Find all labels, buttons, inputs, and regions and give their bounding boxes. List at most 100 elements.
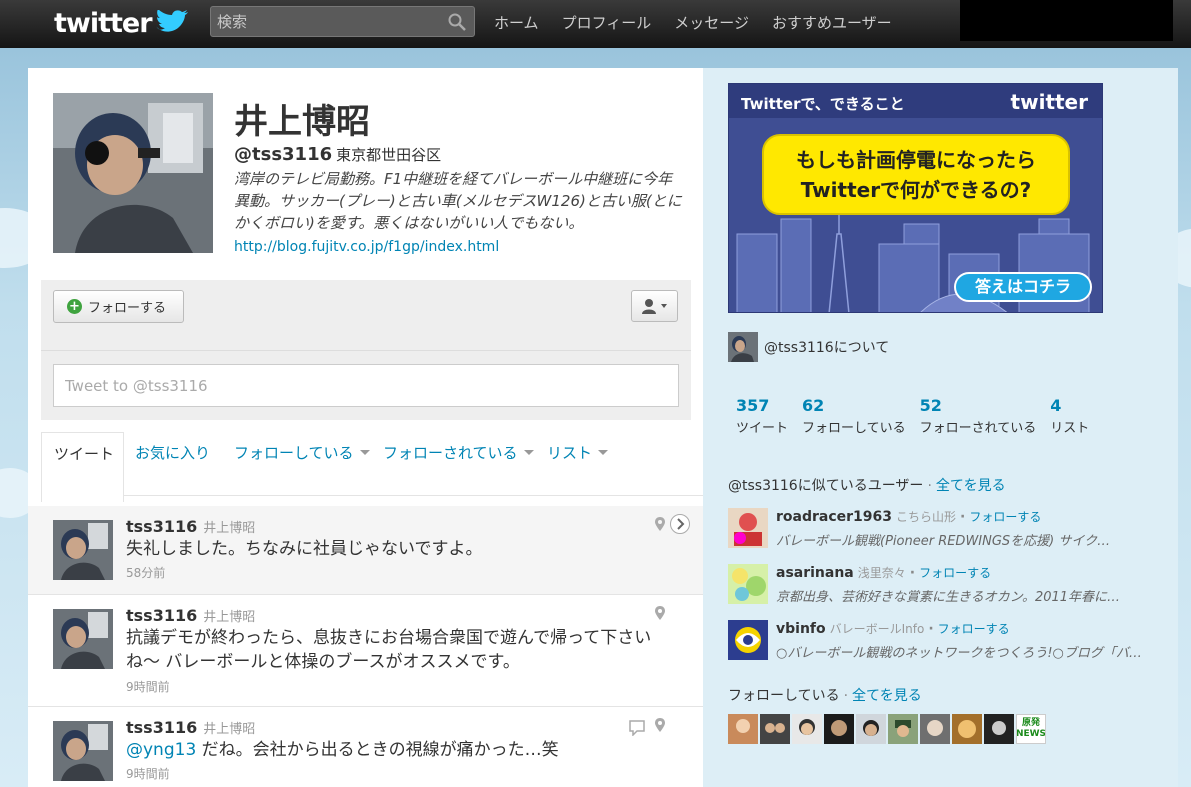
chevron-down-icon (523, 450, 534, 455)
tweet-input[interactable] (54, 365, 678, 406)
profile-bio: 湾岸のテレビ局勤務。F1中継班を経てバレーボール中継班に今年異動。サッカー(プレ… (234, 170, 682, 232)
following-title-text: フォローしている (728, 688, 840, 704)
ad-cta-button[interactable]: 答えはコチラ (954, 272, 1092, 302)
tweet-realname: 井上博昭 (203, 610, 256, 625)
suggested-realname: バレーボールInfo (829, 622, 925, 636)
similar-title-text: @tss3116に似ているユーザー (728, 478, 924, 494)
following-see-all-link[interactable]: 全てを見る (852, 688, 922, 704)
tab-followers[interactable]: フォローされている (383, 442, 534, 463)
reply-bubble-icon[interactable] (629, 720, 645, 736)
tweet-time[interactable]: 9時間前 (126, 678, 170, 695)
profile-handle: @tss3116 (234, 144, 333, 165)
about-user[interactable]: @tss3116について (728, 332, 889, 362)
suggested-avatar[interactable] (728, 620, 768, 660)
similar-see-all-link[interactable]: 全てを見る (936, 478, 1006, 494)
following-avatar[interactable] (984, 714, 1014, 744)
tweet-box[interactable] (53, 364, 679, 407)
tweet-item[interactable]: tss3116 井上博昭 抗議デモが終わったら、息抜きにお台場合衆国で遊んで帰って… (28, 595, 703, 707)
action-area: + フォローする (41, 280, 691, 420)
tweet-text: @yng13 だね。会社から出るときの視線が痛かった…笑 (126, 738, 666, 762)
tweet-time[interactable]: 58分前 (126, 564, 165, 581)
tweet-realname: 井上博昭 (203, 722, 256, 737)
location-pin-icon[interactable] (655, 606, 665, 620)
tweet-text: 失礼しました。ちなみに社員じゃないですよ。 (126, 539, 483, 559)
nav-home[interactable]: ホーム (494, 12, 539, 33)
tweet-avatar[interactable] (53, 721, 113, 781)
search-input[interactable] (211, 7, 474, 36)
twitter-logo[interactable]: twitter (54, 6, 188, 40)
tweet-item[interactable]: tss3116 井上博昭 失礼しました。ちなみに社員じゃないですよ。 58分前 (28, 506, 703, 595)
tweet-text: 抗議デモが終わったら、息抜きにお台場合衆国で遊んで帰って下さいね〜 バレーボール… (126, 628, 652, 672)
following-avatar[interactable] (920, 714, 950, 744)
suggested-follow-link[interactable]: フォローする (938, 622, 1010, 636)
tab-label: お気に入り (135, 444, 211, 462)
suggested-user[interactable]: asarinana 浅里奈々 · フォローする 京都出身、芸術好きな賞素に生きるオカン… (728, 564, 1168, 606)
tweet-username[interactable]: tss3116 井上博昭 (126, 517, 255, 536)
logo-text: twitter (54, 7, 153, 39)
suggested-user[interactable]: vbinfo バレーボールInfo · フォローする ○バレーボール観戦のネットワーク… (728, 620, 1168, 662)
main-column: 井上博昭 @tss3116 東京都世田谷区 湾岸のテレビ局勤務。F1中継班を経てバ… (28, 68, 703, 787)
following-avatar[interactable] (888, 714, 918, 744)
suggested-username[interactable]: vbinfo (776, 621, 826, 637)
following-avatar[interactable] (824, 714, 854, 744)
tweet-username[interactable]: tss3116 井上博昭 (126, 606, 255, 625)
tweet-item[interactable]: tss3116 井上博昭 @yng13 だね。会社から出るときの視線が痛かった…笑… (28, 707, 703, 787)
expand-arrow-icon[interactable] (669, 514, 691, 534)
following-title: フォローしている · 全てを見る (728, 688, 922, 704)
nav-profile[interactable]: プロフィール (562, 12, 652, 33)
tab-label: フォローされている (383, 444, 518, 462)
tweet-text-body: だね。会社から出るときの視線が痛かった…笑 (196, 740, 559, 760)
tweet-time[interactable]: 9時間前 (126, 765, 170, 782)
tweet-avatar[interactable] (53, 520, 113, 580)
stat-followers[interactable]: 52 フォローされている (920, 396, 1037, 436)
stat-following[interactable]: 62 フォローしている (802, 396, 906, 436)
suggested-username[interactable]: asarinana (776, 565, 854, 581)
suggested-follow-link[interactable]: フォローする (919, 566, 991, 580)
following-avatar[interactable] (952, 714, 982, 744)
suggested-name-line: roadracer1963 こちら山形 · フォローする (776, 509, 1042, 525)
search-box[interactable] (210, 6, 475, 37)
suggested-avatar[interactable] (728, 508, 768, 548)
tweet-mention[interactable]: @yng13 (126, 740, 196, 760)
tweet-realname: 井上博昭 (203, 521, 256, 536)
suggested-follow-link[interactable]: フォローする (969, 510, 1041, 524)
follow-button-label: フォローする (88, 301, 167, 316)
tab-label: フォローしている (234, 444, 354, 462)
divider (41, 350, 691, 351)
bird-icon (155, 10, 188, 32)
suggested-avatar[interactable] (728, 564, 768, 604)
suggested-username[interactable]: roadracer1963 (776, 509, 892, 525)
tweet-username[interactable]: tss3116 井上博昭 (126, 718, 255, 737)
tab-following[interactable]: フォローしている (234, 442, 370, 463)
stat-lists[interactable]: 4 リスト (1050, 396, 1089, 436)
following-avatar[interactable] (728, 714, 758, 744)
ad-banner[interactable]: Twitterで、できること twitter もしも計画停電になったら Twit… (728, 83, 1103, 313)
nav-suggested-users[interactable]: おすすめユーザー (772, 12, 892, 33)
location-pin-icon[interactable] (655, 517, 665, 531)
top-bar: twitter ホーム プロフィール メッセージ おすすめユーザー (0, 0, 1191, 48)
top-nav: ホーム プロフィール メッセージ おすすめユーザー (494, 12, 915, 33)
suggested-name-line: asarinana 浅里奈々 · フォローする (776, 565, 992, 581)
search-icon[interactable] (448, 13, 466, 31)
tab-tweets[interactable]: ツイート (41, 432, 124, 502)
suggested-bio: 京都出身、芸術好きな賞素に生きるオカン。2011年春に… (776, 590, 1121, 605)
following-avatar[interactable] (856, 714, 886, 744)
suggested-bio: ○バレーボール観戦のネットワークをつくろう!○ブログ「バ… (776, 646, 1142, 661)
tab-lists[interactable]: リスト (547, 442, 609, 463)
tweet-avatar[interactable] (53, 609, 113, 669)
follow-button[interactable]: + フォローする (53, 290, 184, 323)
tab-favorites[interactable]: お気に入り (135, 442, 210, 463)
ad-line-1: もしも計画停電になったら (796, 148, 1036, 172)
stat-tweets[interactable]: 357 ツイート (736, 396, 788, 436)
following-avatar[interactable] (792, 714, 822, 744)
location-pin-icon[interactable] (655, 718, 665, 732)
profile-url[interactable]: http://blog.fujitv.co.jp/f1gp/index.html (234, 239, 499, 255)
suggested-name-line: vbinfo バレーボールInfo · フォローする (776, 621, 1010, 637)
nav-messages[interactable]: メッセージ (674, 12, 749, 33)
suggested-user[interactable]: roadracer1963 こちら山形 · フォローする バレーボール観戦(Pione… (728, 508, 1168, 550)
redacted-account-area (960, 0, 1173, 41)
following-avatar[interactable] (760, 714, 790, 744)
following-avatar-news[interactable]: 原発 NEWS (1016, 714, 1046, 744)
user-actions-button[interactable] (631, 290, 678, 322)
person-icon (641, 299, 667, 314)
